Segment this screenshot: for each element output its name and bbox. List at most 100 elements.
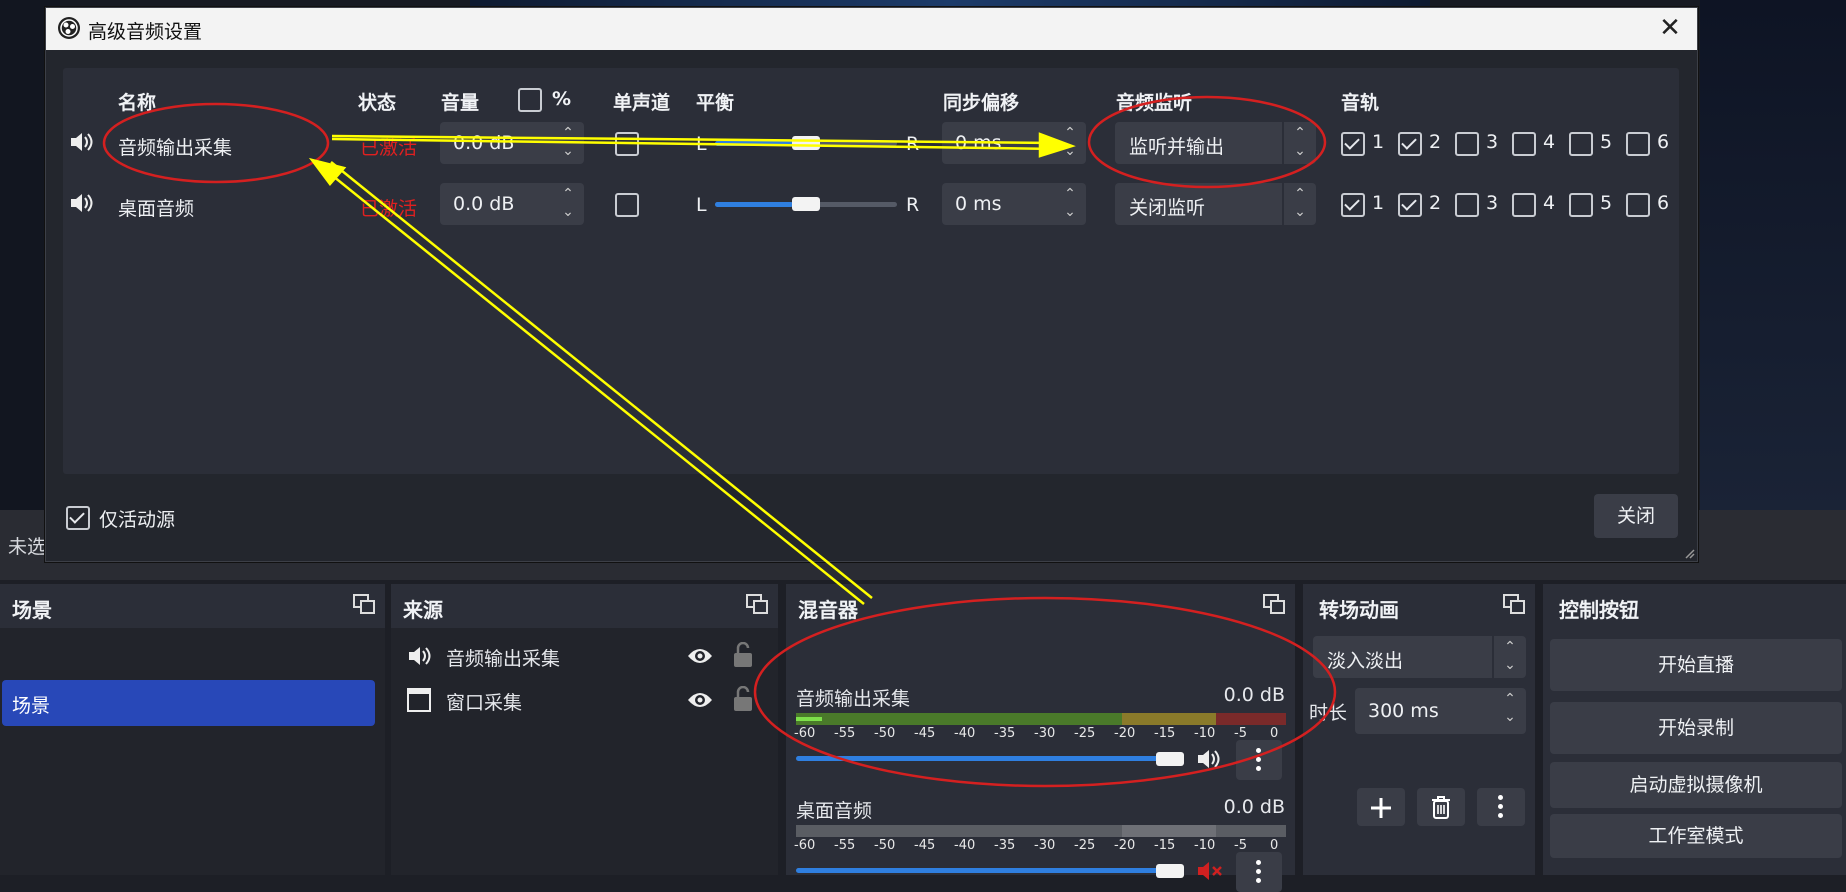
transitions-body: 淡入淡出 ⌃ ⌄ 时长 300 ms ⌃ ⌄ bbox=[1303, 628, 1535, 875]
undock-icon[interactable] bbox=[1263, 594, 1285, 614]
unlock-icon[interactable] bbox=[733, 686, 753, 712]
track-label: 1 bbox=[1372, 131, 1385, 153]
track-checkbox[interactable] bbox=[1455, 132, 1479, 156]
meter-scale-label: -20 bbox=[1114, 726, 1136, 741]
track-checkbox[interactable] bbox=[1398, 132, 1422, 156]
track-label: 5 bbox=[1600, 131, 1613, 153]
unlock-icon[interactable] bbox=[733, 642, 753, 668]
track-checkbox[interactable] bbox=[1341, 193, 1365, 217]
mono-checkbox[interactable] bbox=[615, 193, 639, 217]
add-transition-button[interactable] bbox=[1357, 788, 1405, 826]
meter-scale-label: -10 bbox=[1194, 726, 1216, 741]
eye-icon[interactable] bbox=[687, 646, 713, 666]
more-icon bbox=[1256, 860, 1261, 865]
volume-slider-knob[interactable] bbox=[1156, 752, 1184, 766]
dialog-title: 高级音频设置 bbox=[88, 21, 203, 43]
volume-value: 0.0 dB bbox=[453, 193, 515, 215]
track-checkbox[interactable] bbox=[1569, 193, 1593, 217]
speaker-icon[interactable] bbox=[1196, 746, 1224, 772]
status-text: 未选 bbox=[8, 536, 47, 558]
source-item-label: 音频输出采集 bbox=[446, 648, 561, 670]
close-button[interactable]: 关闭 bbox=[1594, 494, 1678, 538]
mono-checkbox[interactable] bbox=[615, 132, 639, 156]
balance-slider-knob[interactable] bbox=[792, 136, 820, 150]
balance-slider-fill bbox=[715, 202, 793, 207]
resize-grip-icon[interactable] bbox=[1683, 547, 1695, 559]
track-checkbox[interactable] bbox=[1626, 193, 1650, 217]
meter-scale-label: -15 bbox=[1154, 838, 1176, 853]
active-only-checkbox[interactable] bbox=[66, 506, 90, 530]
header-balance: 平衡 bbox=[696, 92, 735, 114]
header-percent: % bbox=[552, 88, 572, 110]
start-streaming-button[interactable]: 开始直播 bbox=[1550, 639, 1842, 691]
plus-icon bbox=[1371, 798, 1391, 818]
mixer-dock-title: 混音器 bbox=[798, 598, 858, 622]
scenes-dock-header: 场景 bbox=[0, 584, 385, 628]
window-capture-icon bbox=[407, 688, 431, 712]
scene-item[interactable]: 场景 bbox=[2, 680, 375, 726]
updown-icon: ⌃ ⌄ bbox=[1504, 639, 1516, 673]
header-tracks: 音轨 bbox=[1341, 92, 1380, 114]
volume-meter bbox=[796, 825, 1286, 837]
track-checkbox[interactable] bbox=[1512, 193, 1536, 217]
close-icon[interactable]: ✕ bbox=[1655, 13, 1685, 43]
track-checkbox[interactable] bbox=[1455, 193, 1479, 217]
transition-menu-button[interactable] bbox=[1477, 788, 1525, 826]
track-checkbox[interactable] bbox=[1398, 193, 1422, 217]
volume-slider[interactable] bbox=[796, 868, 1168, 873]
sync-offset-spinbox[interactable]: 0 ms ⌃ ⌄ bbox=[942, 122, 1086, 164]
meter-scale-label: -25 bbox=[1074, 838, 1096, 853]
track-checkbox[interactable] bbox=[1569, 132, 1593, 156]
updown-icon: ⌃ ⌄ bbox=[1504, 691, 1516, 725]
meter-scale-label: -60 bbox=[794, 726, 816, 741]
meter-scale-label: -20 bbox=[1114, 838, 1136, 853]
meter-scale-label: -45 bbox=[914, 726, 936, 741]
muted-speaker-icon[interactable] bbox=[1196, 858, 1224, 884]
balance-left-label: L bbox=[696, 194, 707, 216]
dialog-titlebar: 高级音频设置 ✕ bbox=[46, 8, 1697, 50]
undock-icon[interactable] bbox=[353, 594, 375, 614]
meter-scale-label: -30 bbox=[1034, 838, 1056, 853]
eye-icon[interactable] bbox=[687, 690, 713, 710]
meter-scale-label: -40 bbox=[954, 726, 976, 741]
balance-right-label: R bbox=[906, 133, 920, 155]
more-icon bbox=[1498, 795, 1503, 800]
volume-spinbox[interactable]: 0.0 dB ⌃ ⌄ bbox=[440, 122, 584, 164]
duration-spinbox[interactable]: 300 ms ⌃ ⌄ bbox=[1355, 688, 1526, 734]
more-icon bbox=[1256, 748, 1261, 753]
remove-transition-button[interactable] bbox=[1417, 788, 1465, 826]
meter-scale-label: -15 bbox=[1154, 726, 1176, 741]
undock-icon[interactable] bbox=[1503, 594, 1525, 614]
header-status: 状态 bbox=[358, 92, 397, 114]
transition-select[interactable]: 淡入淡出 ⌃ ⌄ bbox=[1313, 636, 1526, 678]
volume-meter bbox=[796, 713, 1286, 725]
monitoring-select[interactable]: 关闭监听 ⌃ ⌄ bbox=[1115, 183, 1316, 225]
mixer-menu-button[interactable] bbox=[1236, 740, 1282, 780]
undock-icon[interactable] bbox=[746, 594, 768, 614]
volume-slider-knob[interactable] bbox=[1156, 864, 1184, 878]
monitoring-select[interactable]: 监听并输出 ⌃ ⌄ bbox=[1115, 122, 1316, 164]
meter-scale-label: -5 bbox=[1234, 838, 1247, 853]
sync-offset-value: 0 ms bbox=[955, 132, 1002, 154]
mixer-menu-button[interactable] bbox=[1236, 852, 1282, 892]
transitions-dock-title: 转场动画 bbox=[1319, 598, 1399, 622]
sync-offset-spinbox[interactable]: 0 ms ⌃ ⌄ bbox=[942, 183, 1086, 225]
header-monitoring: 音频监听 bbox=[1116, 92, 1193, 114]
percent-checkbox[interactable] bbox=[518, 88, 542, 112]
active-only-label: 仅活动源 bbox=[99, 509, 176, 531]
speaker-icon bbox=[409, 647, 431, 665]
track-checkbox[interactable] bbox=[1341, 132, 1365, 156]
track-checkbox[interactable] bbox=[1626, 132, 1650, 156]
meter-scale-label: -35 bbox=[994, 838, 1016, 853]
start-virtual-camera-button[interactable]: 启动虚拟摄像机 bbox=[1550, 762, 1842, 808]
balance-slider-knob[interactable] bbox=[792, 197, 820, 211]
studio-mode-button[interactable]: 工作室模式 bbox=[1550, 814, 1842, 858]
volume-slider[interactable] bbox=[796, 756, 1168, 761]
source-name: 桌面音频 bbox=[118, 198, 195, 220]
volume-spinbox[interactable]: 0.0 dB ⌃ ⌄ bbox=[440, 183, 584, 225]
source-item[interactable]: 窗口采集 bbox=[391, 678, 778, 722]
start-recording-button[interactable]: 开始录制 bbox=[1550, 702, 1842, 754]
transitions-dock: 转场动画 淡入淡出 ⌃ ⌄ 时长 300 ms ⌃ ⌄ bbox=[1303, 584, 1535, 875]
track-checkbox[interactable] bbox=[1512, 132, 1536, 156]
source-item[interactable]: 音频输出采集 bbox=[391, 634, 778, 678]
